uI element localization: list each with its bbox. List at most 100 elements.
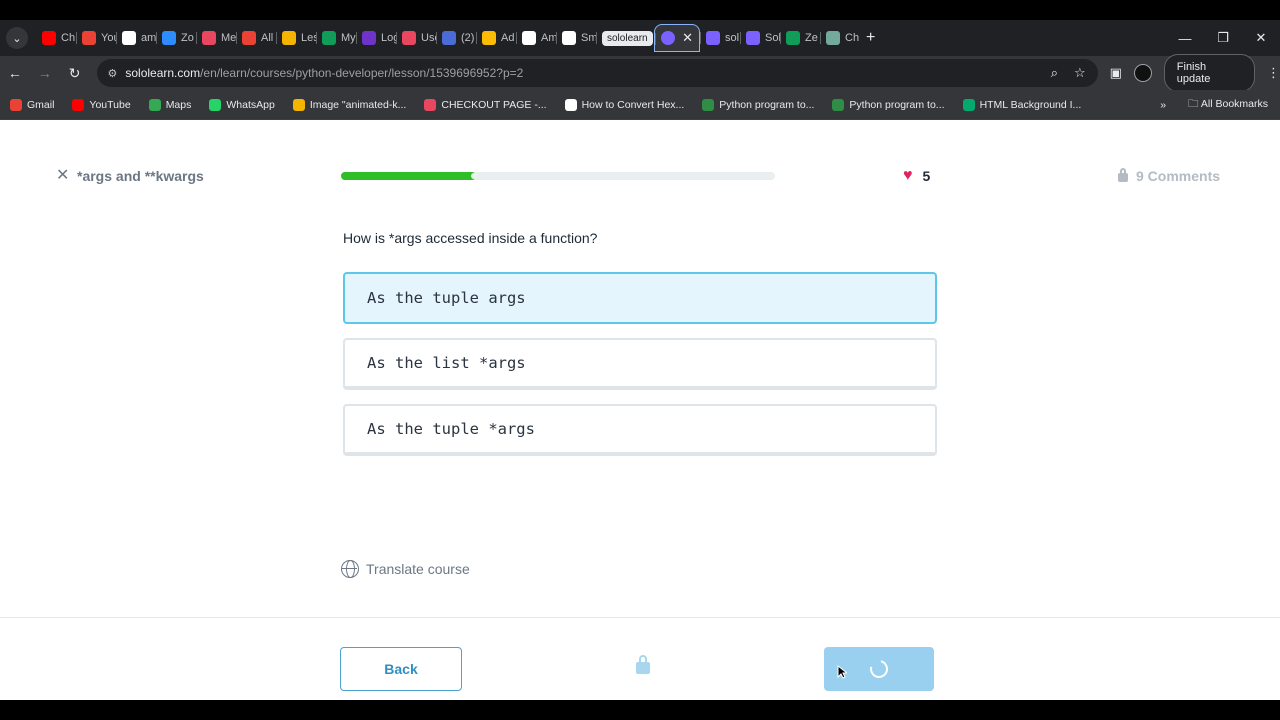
chatgpt-icon: [826, 31, 840, 45]
tab-label: Ch: [845, 32, 860, 44]
active-browser-tab[interactable]: ✕: [654, 24, 700, 52]
bookmark-item[interactable]: YouTube: [72, 98, 131, 111]
browser-toolbar: ← → ↻ ⚙ sololearn.com/en/learn/courses/p…: [0, 54, 1280, 92]
more-bookmarks-icon[interactable]: »: [1160, 99, 1166, 111]
all-bookmarks[interactable]: 🗀 All Bookmarks: [1188, 96, 1268, 114]
back-button[interactable]: Back: [340, 647, 462, 691]
back-arrow-icon[interactable]: ←: [0, 65, 30, 81]
bookmark-item[interactable]: How to Convert Hex...: [564, 98, 685, 111]
browser-tab[interactable]: Me: [196, 24, 236, 52]
checkout-icon: [424, 98, 437, 111]
bookmark-item[interactable]: Python program to...: [702, 98, 814, 111]
browser-tab[interactable]: My: [316, 24, 356, 52]
browser-tab[interactable]: Zo: [156, 24, 196, 52]
locked-hint-icon[interactable]: [636, 655, 650, 674]
answer-option[interactable]: As the tuple args: [343, 272, 937, 324]
tab-search-icon[interactable]: ⌄: [6, 27, 28, 49]
tab-label: Log: [381, 32, 396, 44]
answer-option[interactable]: As the tuple *args: [343, 404, 937, 456]
gmail-icon: [10, 98, 22, 111]
bookmark-item[interactable]: HTML Background I...: [962, 98, 1082, 111]
lesson-header: ✕ *args and **kwargs ♥ 5 9 Comments: [0, 166, 1280, 186]
chat-icon: [442, 31, 456, 45]
bookmark-item[interactable]: Maps: [148, 98, 191, 111]
comments-button[interactable]: 9 Comments: [1118, 166, 1220, 186]
site-info-icon[interactable]: ⚙: [107, 67, 117, 80]
heart-icon: ♥: [903, 167, 913, 184]
close-lesson-icon[interactable]: ✕: [56, 166, 69, 186]
all-bookmarks-label: All Bookmarks: [1200, 97, 1268, 110]
side-panel-icon[interactable]: ▣: [1110, 65, 1122, 81]
amazon-icon: [522, 31, 536, 45]
translate-label: Translate course: [366, 561, 470, 577]
comments-label: 9 Comments: [1136, 168, 1221, 184]
ads-icon: [482, 31, 496, 45]
amazon-icon: [562, 31, 576, 45]
bookmark-label: HTML Background I...: [979, 98, 1082, 111]
new-tab-icon[interactable]: +: [866, 29, 875, 47]
tab-label: Sm: [581, 32, 596, 44]
browser-tab[interactable]: Sm: [556, 24, 596, 52]
alpha-icon: [564, 98, 577, 111]
browser-tab[interactable]: Log: [356, 24, 396, 52]
tab-label: Am: [541, 32, 556, 44]
tab-label: Use: [421, 32, 436, 44]
finish-update-button[interactable]: Finish update: [1163, 54, 1256, 92]
gmail-icon: [242, 31, 256, 45]
bookmark-item[interactable]: WhatsApp: [209, 98, 275, 111]
browser-tab[interactable]: (2): [436, 24, 476, 52]
amazon-icon: [122, 31, 136, 45]
tab-label: (2): [461, 32, 475, 44]
browser-tab[interactable]: You: [76, 24, 116, 52]
browser-tab[interactable]: Am: [516, 24, 556, 52]
maps-icon: [148, 98, 161, 111]
browser-tab[interactable]: Ze: [780, 24, 820, 52]
sololearn-icon: [706, 31, 720, 45]
bookmarks-bar: Gmail YouTube Maps WhatsApp Image "animated-…: [0, 90, 1280, 120]
tab-label: My: [341, 32, 356, 44]
browser-tab[interactable]: Ad: [476, 24, 516, 52]
hearts-counter[interactable]: ♥ 5: [903, 166, 930, 186]
close-window-icon[interactable]: ✕: [1242, 30, 1280, 46]
tab-label: Ze: [805, 32, 818, 44]
browser-tab[interactable]: sol: [700, 24, 740, 52]
menu-kebab-icon[interactable]: ⋮: [1267, 65, 1280, 81]
tab-group-chip[interactable]: sololearn: [596, 24, 654, 52]
bookmark-item[interactable]: Image "animated-k...: [292, 98, 407, 111]
browser-tab[interactable]: All: [236, 24, 276, 52]
close-tab-icon[interactable]: ✕: [682, 30, 693, 46]
lesson-progress-fill: [341, 172, 477, 180]
footer-divider: [0, 617, 1280, 618]
browser-tab[interactable]: am: [116, 24, 156, 52]
zoom-icon: [162, 31, 176, 45]
profile-avatar[interactable]: [1133, 64, 1152, 82]
translate-course-link[interactable]: Translate course: [341, 560, 470, 578]
url-host: sololearn.com: [125, 66, 201, 80]
tab-label: All: [261, 32, 274, 44]
browser-tab[interactable]: Ch: [36, 24, 76, 52]
browser-tab[interactable]: Ch: [820, 24, 860, 52]
loading-spinner-icon: [866, 656, 892, 682]
minimize-icon[interactable]: —: [1166, 31, 1204, 46]
address-bar[interactable]: ⚙ sololearn.com/en/learn/courses/python-…: [97, 59, 1098, 87]
browser-tab[interactable]: Use: [396, 24, 436, 52]
browser-tab[interactable]: Sol: [740, 24, 780, 52]
reload-icon[interactable]: ↻: [60, 65, 90, 82]
browser-tab[interactable]: Les: [276, 24, 316, 52]
tab-strip: ⌄ Ch You am Zo Me All Les My Log Use (2) Ad Am Smsolo…: [0, 20, 1280, 56]
bookmark-label: How to Convert Hex...: [581, 98, 685, 111]
bookmark-item[interactable]: CHECKOUT PAGE -...: [424, 98, 547, 111]
bookmark-item[interactable]: Gmail: [10, 98, 54, 111]
zoom-icon[interactable]: ⌕: [1051, 65, 1058, 81]
bookmark-label: Image "animated-k...: [309, 98, 407, 111]
bookmark-item[interactable]: Python program to...: [832, 98, 945, 111]
gmail-icon: [82, 31, 96, 45]
forward-arrow-icon[interactable]: →: [30, 65, 60, 81]
url-path: /en/learn/courses/python-developer/lesso…: [200, 66, 524, 80]
restore-icon[interactable]: ❐: [1204, 30, 1242, 46]
lesson-progress-bar: [341, 172, 775, 180]
bookmark-star-icon[interactable]: ☆: [1074, 65, 1086, 81]
answer-option[interactable]: As the list *args: [343, 338, 937, 390]
tab-label: Ch: [61, 32, 76, 44]
tab-label: Sol: [765, 32, 780, 44]
